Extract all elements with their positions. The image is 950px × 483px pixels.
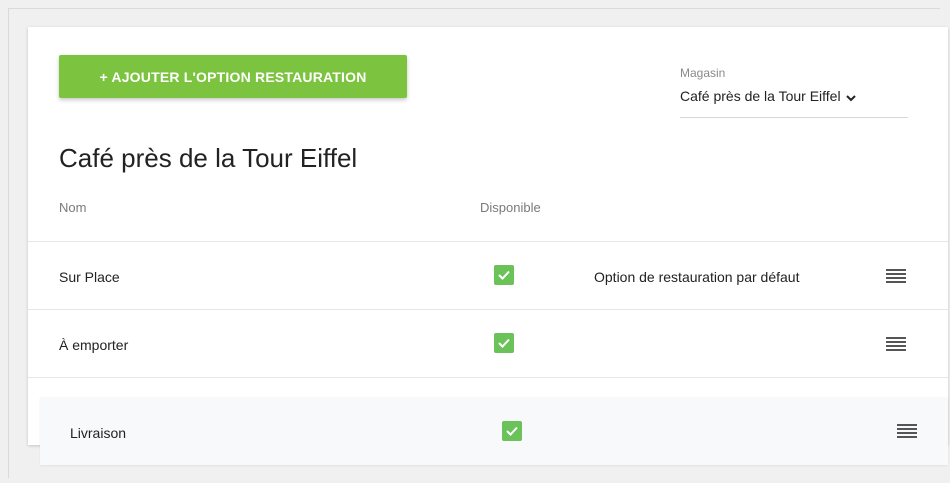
row-divider <box>28 309 948 310</box>
column-header-available: Disponible <box>480 200 541 215</box>
column-header-name: Nom <box>59 200 87 215</box>
page-title: Café près de la Tour Eiffel <box>59 143 358 173</box>
add-dining-option-button[interactable]: + AJOUTER L'OPTION RESTAURATION <box>59 55 407 98</box>
drag-handle-icon[interactable] <box>886 269 906 283</box>
row-name-a-emporter: À emporter <box>59 337 129 353</box>
checkmark-icon <box>498 338 510 348</box>
available-checkbox-sur-place[interactable] <box>494 265 514 285</box>
drag-handle-icon[interactable] <box>886 337 906 351</box>
dining-options-card: + AJOUTER L'OPTION RESTAURATION Magasin … <box>28 27 948 445</box>
row-name-livraison: Livraison <box>70 425 127 441</box>
store-select-value: Café près de la Tour Eiffel <box>680 88 841 104</box>
available-checkbox-livraison[interactable] <box>502 421 522 441</box>
dragged-row-livraison[interactable]: Livraison <box>40 397 948 465</box>
store-label: Magasin <box>680 66 726 80</box>
drag-handle-icon[interactable] <box>897 424 917 438</box>
default-option-label: Option de restauration par défaut <box>594 269 800 285</box>
checkmark-icon <box>498 270 510 280</box>
row-name-sur-place: Sur Place <box>59 269 120 285</box>
chevron-down-icon <box>845 95 856 102</box>
row-divider <box>28 377 948 378</box>
row-divider <box>28 241 948 242</box>
available-checkbox-a-emporter[interactable] <box>494 333 514 353</box>
checkmark-icon <box>506 426 518 436</box>
store-select[interactable]: Café près de la Tour Eiffel <box>680 88 908 118</box>
